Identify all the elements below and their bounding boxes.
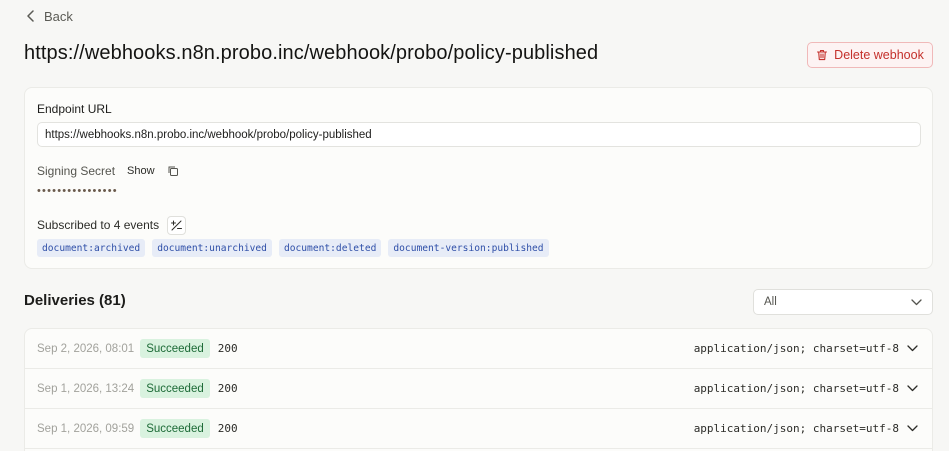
content-type: application/json; charset=utf-8: [693, 422, 899, 435]
status-badge: Succeeded: [140, 379, 210, 398]
delivery-timestamp: Sep 1, 2026, 09:59: [37, 422, 135, 435]
plus-minus-icon: [171, 220, 183, 230]
chevron-down-icon[interactable]: [907, 425, 918, 432]
event-tag: document:archived: [37, 239, 146, 257]
delete-webhook-button[interactable]: Delete webhook: [807, 42, 933, 68]
response-code: 200: [217, 342, 238, 355]
webhook-config-card: Endpoint URL Signing Secret Show •••••••…: [24, 87, 933, 269]
chevron-left-icon: [27, 10, 34, 22]
event-tags: document:archived document:unarchived do…: [37, 239, 549, 257]
signing-secret-label: Signing Secret: [37, 164, 116, 178]
delivery-timestamp: Sep 2, 2026, 08:01: [37, 342, 135, 355]
event-tag: document:deleted: [278, 239, 382, 257]
response-code: 200: [217, 422, 238, 435]
copy-icon[interactable]: [167, 165, 179, 177]
event-tag: document:unarchived: [152, 239, 272, 257]
chevron-down-icon[interactable]: [907, 345, 918, 352]
subscribed-events-label: Subscribed to 4 events: [37, 218, 160, 232]
endpoint-url-label: Endpoint URL: [37, 102, 112, 116]
webhook-detail-page: Back https://webhooks.n8n.probo.inc/webh…: [0, 0, 949, 451]
status-badge: Succeeded: [140, 339, 210, 358]
back-label: Back: [44, 8, 73, 24]
signing-secret-row: Signing Secret Show: [37, 162, 179, 180]
subscribed-events-row: Subscribed to 4 events: [37, 215, 187, 235]
edit-events-button[interactable]: [167, 215, 187, 235]
delivery-row[interactable]: Sep 1, 2026, 13:24 Succeeded 200 applica…: [25, 369, 932, 409]
page-title: https://webhooks.n8n.probo.inc/webhook/p…: [24, 42, 599, 64]
signing-secret-value: ••••••••••••••••: [37, 185, 118, 197]
delivery-row[interactable]: Sep 1, 2026, 09:59 Succeeded 200 applica…: [25, 409, 932, 449]
chevron-down-icon[interactable]: [907, 385, 918, 392]
delivery-timestamp: Sep 1, 2026, 13:24: [37, 382, 135, 395]
delivery-status-filter[interactable]: All: [753, 289, 933, 315]
status-badge: Succeeded: [140, 419, 210, 438]
chevron-down-icon: [911, 298, 922, 305]
deliveries-list: Sep 2, 2026, 08:01 Succeeded 200 applica…: [24, 328, 933, 451]
show-secret-button[interactable]: Show: [125, 165, 157, 177]
deliveries-title: Deliveries (81): [24, 292, 126, 309]
trash-icon: [817, 50, 828, 61]
filter-selected-value: All: [764, 296, 777, 308]
endpoint-url-input[interactable]: [37, 122, 921, 147]
content-type: application/json; charset=utf-8: [693, 342, 899, 355]
back-link[interactable]: Back: [26, 7, 73, 25]
response-code: 200: [217, 382, 238, 395]
content-type: application/json; charset=utf-8: [693, 382, 899, 395]
delete-webhook-label: Delete webhook: [834, 48, 924, 62]
delivery-row[interactable]: Sep 2, 2026, 08:01 Succeeded 200 applica…: [25, 329, 932, 369]
event-tag: document-version:published: [388, 239, 549, 257]
